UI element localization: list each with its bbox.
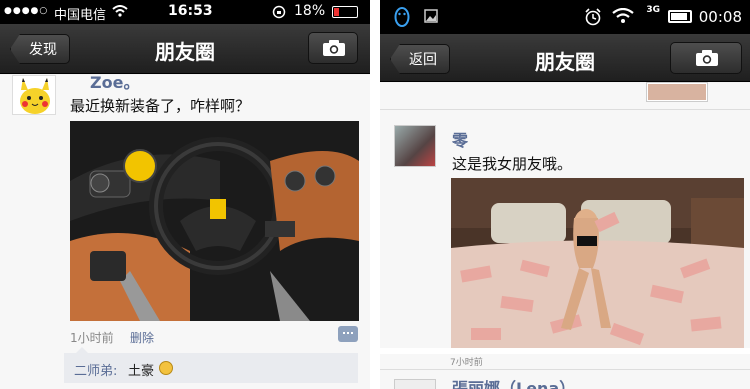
post-author-name[interactable]: Zoe。: [90, 69, 139, 93]
screenshot-divider: [370, 0, 380, 389]
post-time: 7小时前: [450, 358, 483, 368]
carrier-label: 中国电信: [54, 8, 107, 23]
network-type: 3G: [646, 5, 660, 15]
rotation-lock-icon: [272, 5, 286, 19]
status-time: 16:53: [168, 3, 213, 19]
comment-text: 土豪: [128, 364, 155, 379]
commenter-name[interactable]: 二师弟:: [74, 360, 117, 379]
delete-link[interactable]: 删除: [130, 329, 154, 346]
post-text: 这是我女朋友哦。: [452, 155, 573, 173]
comment-list: 二师弟: 土豪: [64, 347, 358, 383]
nav-bar: 返回 朋友圈: [380, 34, 750, 82]
bed-photo-icon: [451, 178, 744, 348]
camera-icon: [323, 40, 345, 56]
battery-icon: [668, 10, 692, 23]
image-notification-icon: [424, 9, 438, 23]
avatar[interactable]: [12, 75, 56, 115]
battery-icon: [332, 6, 358, 18]
alarm-icon: [585, 8, 601, 26]
wifi-icon: [112, 5, 128, 17]
left-phone-screen: ●●●●○ 中国电信 16:53 18% 发现 朋友圈 Zoe。 最近换新装备了…: [0, 0, 370, 389]
camera-button[interactable]: [670, 42, 742, 74]
status-bar: 3G 00:08: [380, 0, 750, 34]
avatar[interactable]: [394, 379, 436, 389]
post-photo[interactable]: [70, 121, 359, 321]
status-time: 00:08: [698, 8, 742, 26]
pikachu-avatar-icon: [13, 76, 55, 114]
nav-bar: 发现 朋友圈: [0, 24, 370, 74]
moments-feed[interactable]: Zoe。 最近换新装备了，咋样啊？ 1小时前 删除 二师弟: 土豪: [0, 73, 370, 389]
feed-gap: [380, 348, 750, 354]
car-interior-photo-icon: [70, 121, 359, 321]
camera-icon: [696, 50, 718, 66]
post-time: 1小时前: [70, 331, 114, 345]
post-photo[interactable]: [451, 178, 744, 348]
status-bar: ●●●●○ 中国电信 16:53 18%: [0, 0, 370, 24]
network-indicator: 3G: [646, 5, 660, 15]
signal-icon: ●●●●○: [4, 6, 49, 16]
camera-button[interactable]: [308, 32, 358, 64]
post-separator: [380, 369, 750, 370]
battery-percent: 18%: [294, 3, 326, 19]
qq-penguin-icon: [394, 7, 410, 27]
avatar[interactable]: [394, 125, 436, 167]
moments-feed[interactable]: 零 这是我女朋友哦。 7小时前 張丽娜（Lena）: [380, 83, 750, 389]
post-author-name[interactable]: 張丽娜（Lena）: [452, 375, 575, 389]
post-separator: [380, 109, 750, 110]
post-author-name[interactable]: 零: [452, 127, 468, 151]
right-phone-screen: 3G 00:08 返回 朋友圈 零 这是我女朋友哦。 7小时前 張丽娜（Lena…: [380, 0, 750, 389]
comment-button[interactable]: [338, 326, 358, 342]
wifi-icon: [612, 8, 634, 23]
previous-post-photo[interactable]: [647, 83, 707, 101]
emoji-icon: [159, 361, 173, 375]
post-text: 最近换新装备了，咋样啊？: [70, 97, 251, 115]
